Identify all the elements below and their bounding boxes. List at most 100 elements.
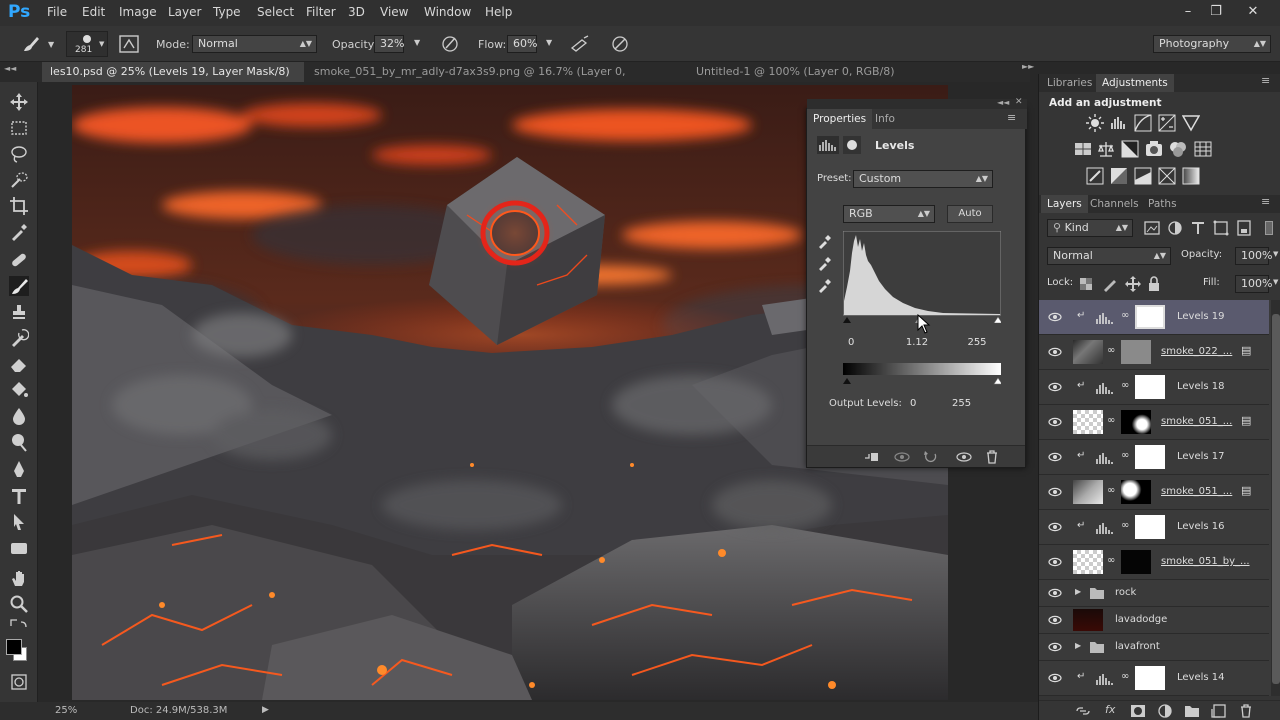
menu-file[interactable]: File <box>47 5 67 19</box>
layer-thumbnail[interactable] <box>1073 609 1103 631</box>
visibility-eye-icon[interactable] <box>1048 586 1062 600</box>
history-brush-tool-icon[interactable] <box>9 328 29 348</box>
layer-row[interactable]: ∞ smoke_051_... ▤ <box>1039 405 1269 440</box>
quick-mask-icon[interactable] <box>9 672 29 692</box>
blur-tool-icon[interactable] <box>9 406 29 426</box>
gray-point-eyedropper-icon[interactable] <box>817 257 831 271</box>
status-menu-arrow-icon[interactable]: ▶ <box>262 705 269 715</box>
hand-tool-icon[interactable] <box>9 568 29 588</box>
menu-type[interactable]: Type <box>213 5 241 19</box>
workspace-dropdown[interactable]: Photography ▲▼ <box>1153 35 1271 53</box>
collapse-panels-icon[interactable]: ◄◄ <box>4 64 16 73</box>
color-balance-icon[interactable] <box>1097 140 1115 158</box>
visibility-eye-icon[interactable] <box>1048 555 1062 569</box>
layers-scrollbar[interactable] <box>1271 300 1280 696</box>
foreground-color-swatch[interactable] <box>6 639 22 655</box>
output-levels-slider[interactable] <box>843 363 1001 387</box>
zoom-level[interactable]: 25% <box>55 705 77 716</box>
filter-smart-objects-icon[interactable] <box>1235 219 1253 237</box>
visibility-eye-icon[interactable] <box>1048 310 1062 324</box>
layer-group-row[interactable]: ▶ rock <box>1039 580 1269 607</box>
brightness-contrast-icon[interactable] <box>1086 114 1104 132</box>
filter-pixel-layers-icon[interactable] <box>1143 219 1161 237</box>
opacity-input[interactable]: 32% <box>374 35 404 53</box>
layer-row[interactable]: ↵ ∞ Levels 16 <box>1039 510 1269 545</box>
menu-help[interactable]: Help <box>485 5 512 19</box>
brush-panel-toggle-icon[interactable] <box>119 35 139 53</box>
move-tool-icon[interactable] <box>9 92 29 112</box>
visibility-eye-icon[interactable] <box>1048 613 1062 627</box>
type-tool-icon[interactable] <box>9 486 29 506</box>
link-layers-icon[interactable] <box>1075 704 1091 718</box>
chevron-down-icon[interactable]: ▼ <box>1273 278 1278 286</box>
quick-selection-tool-icon[interactable] <box>9 170 29 190</box>
flow-input[interactable]: 60% <box>507 35 537 53</box>
mask-link-icon[interactable]: ∞ <box>1107 345 1115 356</box>
panel-menu-icon[interactable]: ≡ <box>1261 74 1270 87</box>
close-window-button[interactable]: ✕ <box>1242 2 1264 22</box>
healing-brush-tool-icon[interactable] <box>9 250 29 270</box>
mask-link-icon[interactable]: ∞ <box>1121 520 1129 531</box>
hue-saturation-icon[interactable] <box>1074 140 1092 158</box>
layer-row[interactable]: ↵ ∞ Levels 17 <box>1039 440 1269 475</box>
lock-position-icon[interactable] <box>1124 275 1142 293</box>
brush-tool-icon[interactable] <box>9 276 29 296</box>
layer-row[interactable]: ∞ smoke_051_by_... <box>1039 545 1269 580</box>
scrollbar-thumb[interactable] <box>1272 314 1280 684</box>
layer-opacity-input[interactable]: 100% <box>1235 247 1272 265</box>
layer-mask-thumbnail[interactable] <box>1121 480 1151 504</box>
color-lookup-icon[interactable] <box>1194 140 1212 158</box>
layer-style-fx-icon[interactable]: fx <box>1105 703 1115 716</box>
filter-shape-layers-icon[interactable] <box>1212 219 1230 237</box>
layer-mask-thumbnail[interactable] <box>1135 305 1165 329</box>
input-white-point-field[interactable]: 255 <box>957 334 997 350</box>
posterize-icon[interactable] <box>1110 167 1128 185</box>
mask-link-icon[interactable]: ∞ <box>1107 555 1115 566</box>
auto-button[interactable]: Auto <box>947 205 993 223</box>
selective-color-icon[interactable] <box>1158 167 1176 185</box>
layer-mask-icon[interactable] <box>843 136 861 154</box>
collapse-icon[interactable]: ◄◄ <box>997 98 1009 107</box>
clone-stamp-tool-icon[interactable] <box>9 302 29 322</box>
group-expand-icon[interactable]: ▶ <box>1075 641 1081 650</box>
add-layer-mask-icon[interactable] <box>1130 704 1146 718</box>
panel-menu-icon[interactable]: ≡ <box>1261 195 1270 208</box>
invert-icon[interactable] <box>1086 167 1104 185</box>
brush-preset-arrow-icon[interactable]: ▼ <box>48 40 54 49</box>
zoom-tool-icon[interactable] <box>9 594 29 614</box>
curves-icon[interactable] <box>1134 114 1152 132</box>
brush-size-picker[interactable]: 281 ▼ <box>66 31 108 57</box>
tab-layers[interactable]: Layers <box>1041 195 1088 213</box>
tab-paths[interactable]: Paths <box>1142 195 1183 213</box>
menu-edit[interactable]: Edit <box>82 5 105 19</box>
paint-bucket-tool-icon[interactable] <box>9 380 29 400</box>
visibility-eye-icon[interactable] <box>1048 485 1062 499</box>
black-point-eyedropper-icon[interactable] <box>817 235 831 249</box>
layer-mask-thumbnail[interactable] <box>1121 410 1151 434</box>
input-black-point-field[interactable]: 0 <box>843 334 883 350</box>
visibility-eye-icon[interactable] <box>1048 520 1062 534</box>
threshold-icon[interactable] <box>1134 167 1152 185</box>
menu-window[interactable]: Window <box>424 5 471 19</box>
dodge-tool-icon[interactable] <box>9 432 29 452</box>
path-selection-tool-icon[interactable] <box>9 512 29 532</box>
group-expand-icon[interactable]: ▶ <box>1075 587 1081 596</box>
lock-transparency-icon[interactable] <box>1077 275 1095 293</box>
exposure-icon[interactable] <box>1158 114 1176 132</box>
layer-mask-thumbnail[interactable] <box>1135 445 1165 469</box>
layer-thumbnail[interactable] <box>1073 480 1103 504</box>
menu-filter[interactable]: Filter <box>306 5 336 19</box>
tab-libraries[interactable]: Libraries <box>1041 74 1098 92</box>
visibility-eye-icon[interactable] <box>1048 640 1062 654</box>
pen-tool-icon[interactable] <box>9 460 29 480</box>
mask-link-icon[interactable]: ∞ <box>1121 450 1129 461</box>
fill-input[interactable]: 100% <box>1235 275 1272 293</box>
layer-row[interactable]: ↵ ∞ Levels 14 <box>1039 661 1269 696</box>
output-black-field[interactable]: 0 <box>905 395 935 411</box>
layer-row[interactable]: ↵ ∞ Levels 18 <box>1039 370 1269 405</box>
view-previous-state-icon[interactable] <box>893 450 911 464</box>
layer-thumbnail[interactable] <box>1073 410 1103 434</box>
eyedropper-tool-icon[interactable] <box>9 222 29 242</box>
new-group-icon[interactable] <box>1184 704 1200 718</box>
crop-tool-icon[interactable] <box>9 196 29 216</box>
